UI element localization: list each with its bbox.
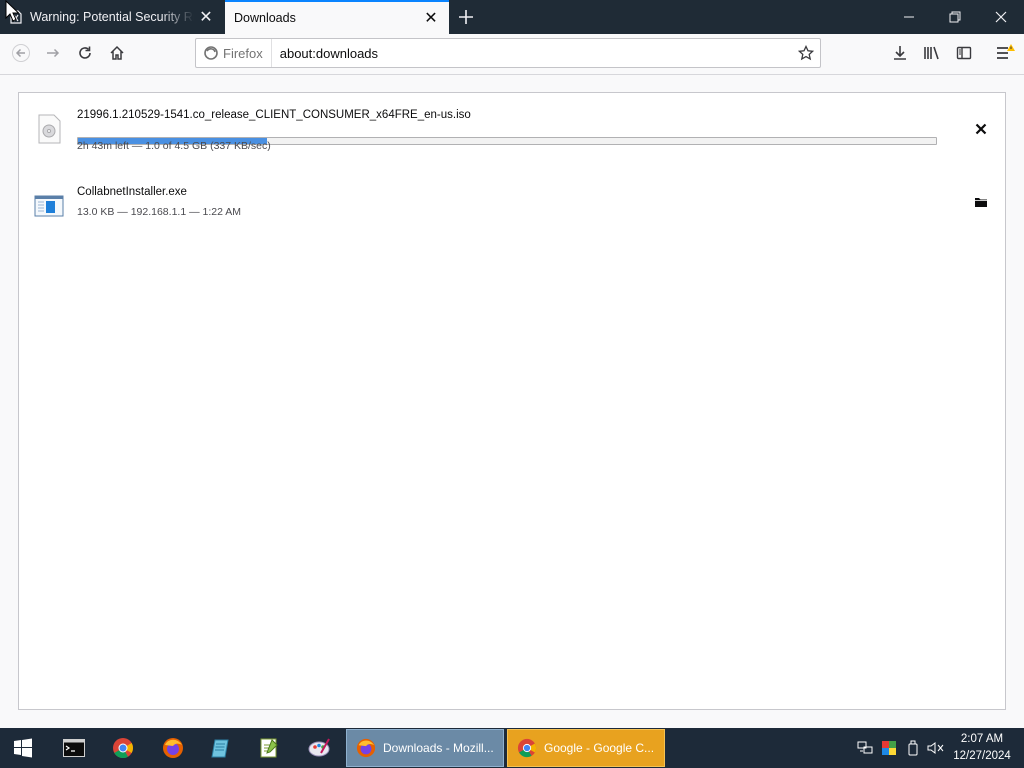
back-button[interactable] xyxy=(6,38,36,68)
forward-button[interactable] xyxy=(38,38,68,68)
taskbar-task-label: Google - Google C... xyxy=(544,741,655,755)
terminal-icon[interactable] xyxy=(51,728,97,768)
library-button[interactable] xyxy=(917,38,947,68)
close-tab-icon[interactable]: ✕ xyxy=(419,6,443,30)
taskbar: Downloads - Mozill... Google - Google C.… xyxy=(0,728,1024,768)
minimize-button[interactable] xyxy=(886,0,932,34)
taskbar-task-firefox[interactable]: Downloads - Mozill... xyxy=(346,729,504,767)
mouse-cursor-icon xyxy=(5,0,19,22)
executable-file-icon xyxy=(33,189,65,221)
menu-button[interactable] xyxy=(990,38,1020,68)
chrome-icon xyxy=(516,737,538,759)
clock-date: 12/27/2024 xyxy=(953,750,1011,762)
downloads-button[interactable] xyxy=(885,38,915,68)
cancel-icon[interactable] xyxy=(967,115,995,143)
download-item[interactable]: CollabnetInstaller.exe 13.0 KB — 192.168… xyxy=(19,181,1005,231)
taskbar-clock[interactable]: 2:07 AM 12/27/2024 xyxy=(946,731,1018,765)
url-bar[interactable]: Firefox about:downloads xyxy=(195,38,821,68)
reload-button[interactable] xyxy=(70,38,100,68)
notepad-icon[interactable] xyxy=(198,728,244,768)
tab-security-warning[interactable]: Warning: Potential Security Risk Ahead ✕ xyxy=(0,0,224,34)
firefox-logo-icon xyxy=(204,46,218,60)
disc-image-file-icon xyxy=(33,113,65,145)
close-tab-icon[interactable]: ✕ xyxy=(194,5,218,29)
open-folder-icon[interactable] xyxy=(967,188,995,216)
tab-title: Downloads xyxy=(234,11,296,25)
taskbar-task-label: Downloads - Mozill... xyxy=(383,741,494,755)
usb-device-icon[interactable] xyxy=(902,728,924,768)
firefox-icon xyxy=(355,737,377,759)
tab-title: Warning: Potential Security Risk Ahead xyxy=(30,10,194,24)
firefox-icon[interactable] xyxy=(150,728,196,768)
start-icon[interactable] xyxy=(0,728,46,768)
new-tab-button[interactable] xyxy=(452,3,480,31)
network-icon[interactable] xyxy=(854,728,876,768)
editor-icon[interactable] xyxy=(246,728,292,768)
download-file-name: 21996.1.210529-1541.co_release_CLIENT_CO… xyxy=(77,109,471,121)
taskbar-task-chrome[interactable]: Google - Google C... xyxy=(507,729,665,767)
identity-label: Firefox xyxy=(223,45,263,61)
download-item[interactable]: 21996.1.210529-1541.co_release_CLIENT_CO… xyxy=(19,105,1005,165)
chrome-icon[interactable] xyxy=(100,728,146,768)
navigation-toolbar: Firefox about:downloads xyxy=(0,34,1024,75)
home-button[interactable] xyxy=(102,38,132,68)
download-status: 13.0 KB — 192.168.1.1 — 1:22 AM xyxy=(77,206,242,218)
tab-downloads[interactable]: Downloads ✕ xyxy=(225,0,449,34)
url-text[interactable]: about:downloads xyxy=(272,46,792,61)
restore-button[interactable] xyxy=(932,0,978,34)
identity-box[interactable]: Firefox xyxy=(196,39,272,67)
clock-time: 2:07 AM xyxy=(960,733,1004,745)
sidebar-toggle-button[interactable] xyxy=(949,38,979,68)
downloads-list: 21996.1.210529-1541.co_release_CLIENT_CO… xyxy=(18,92,1006,710)
volume-muted-icon[interactable] xyxy=(925,728,947,768)
bookmark-star-icon[interactable] xyxy=(792,39,820,67)
download-file-name: CollabnetInstaller.exe xyxy=(77,186,187,198)
download-status: 2h 43m left — 1.0 of 4.5 GB (337 KB/sec) xyxy=(77,140,271,152)
close-window-button[interactable] xyxy=(978,0,1024,34)
color-app-icon[interactable] xyxy=(878,728,900,768)
tab-bar: Warning: Potential Security Risk Ahead ✕… xyxy=(0,0,1024,34)
paint-icon[interactable] xyxy=(296,728,342,768)
